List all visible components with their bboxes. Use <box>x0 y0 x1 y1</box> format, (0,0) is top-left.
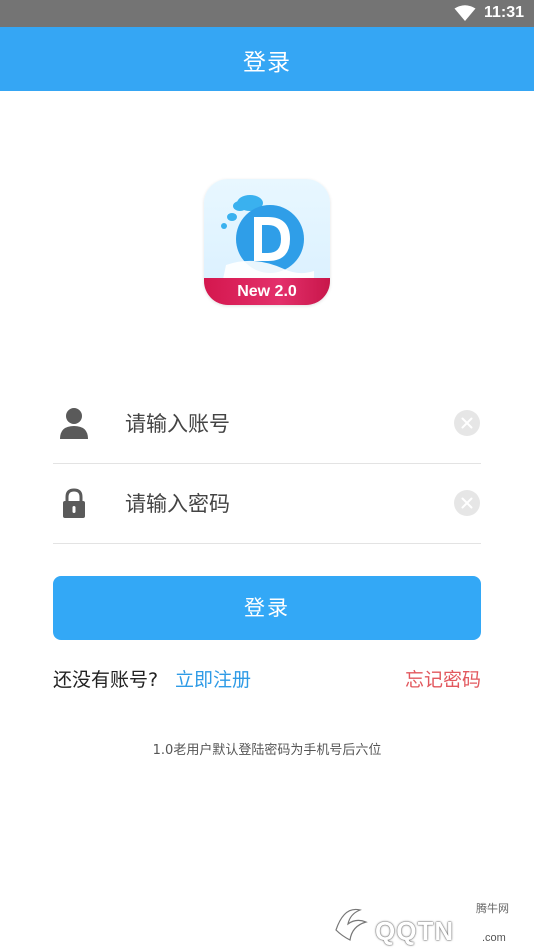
password-row <box>53 463 481 544</box>
register-link[interactable]: 立即注册 <box>175 665 251 692</box>
login-button[interactable]: 登录 <box>53 576 481 640</box>
legacy-password-hint: 1.0老用户默认登陆密码为手机号后六位 <box>152 743 382 758</box>
app-bar: 登录 <box>0 27 534 91</box>
no-account-label: 还没有账号? <box>53 669 159 691</box>
app-logo: New 2.0 <box>204 179 330 305</box>
page-title: 登录 <box>243 50 291 76</box>
watermark-cn: 腾牛网 <box>476 902 509 915</box>
wifi-icon <box>454 5 476 21</box>
account-row <box>53 383 481 464</box>
watermark-text: QQTN <box>375 916 455 946</box>
password-input[interactable] <box>123 483 427 525</box>
forgot-password-link[interactable]: 忘记密码 <box>405 665 481 692</box>
watermark-url: .com <box>482 932 506 944</box>
close-icon <box>461 497 473 509</box>
user-icon <box>60 408 88 439</box>
watermark-logo-icon <box>335 908 368 941</box>
account-input[interactable] <box>123 403 427 445</box>
logo-badge: New 2.0 <box>204 278 330 305</box>
clear-password-button[interactable] <box>454 490 480 516</box>
watermark: QQTN 腾牛网 .com <box>330 896 530 946</box>
clear-account-button[interactable] <box>454 410 480 436</box>
close-icon <box>461 417 473 429</box>
status-bar: 11:31 <box>0 0 534 27</box>
status-time: 11:31 <box>483 4 524 21</box>
lock-icon <box>63 488 85 518</box>
